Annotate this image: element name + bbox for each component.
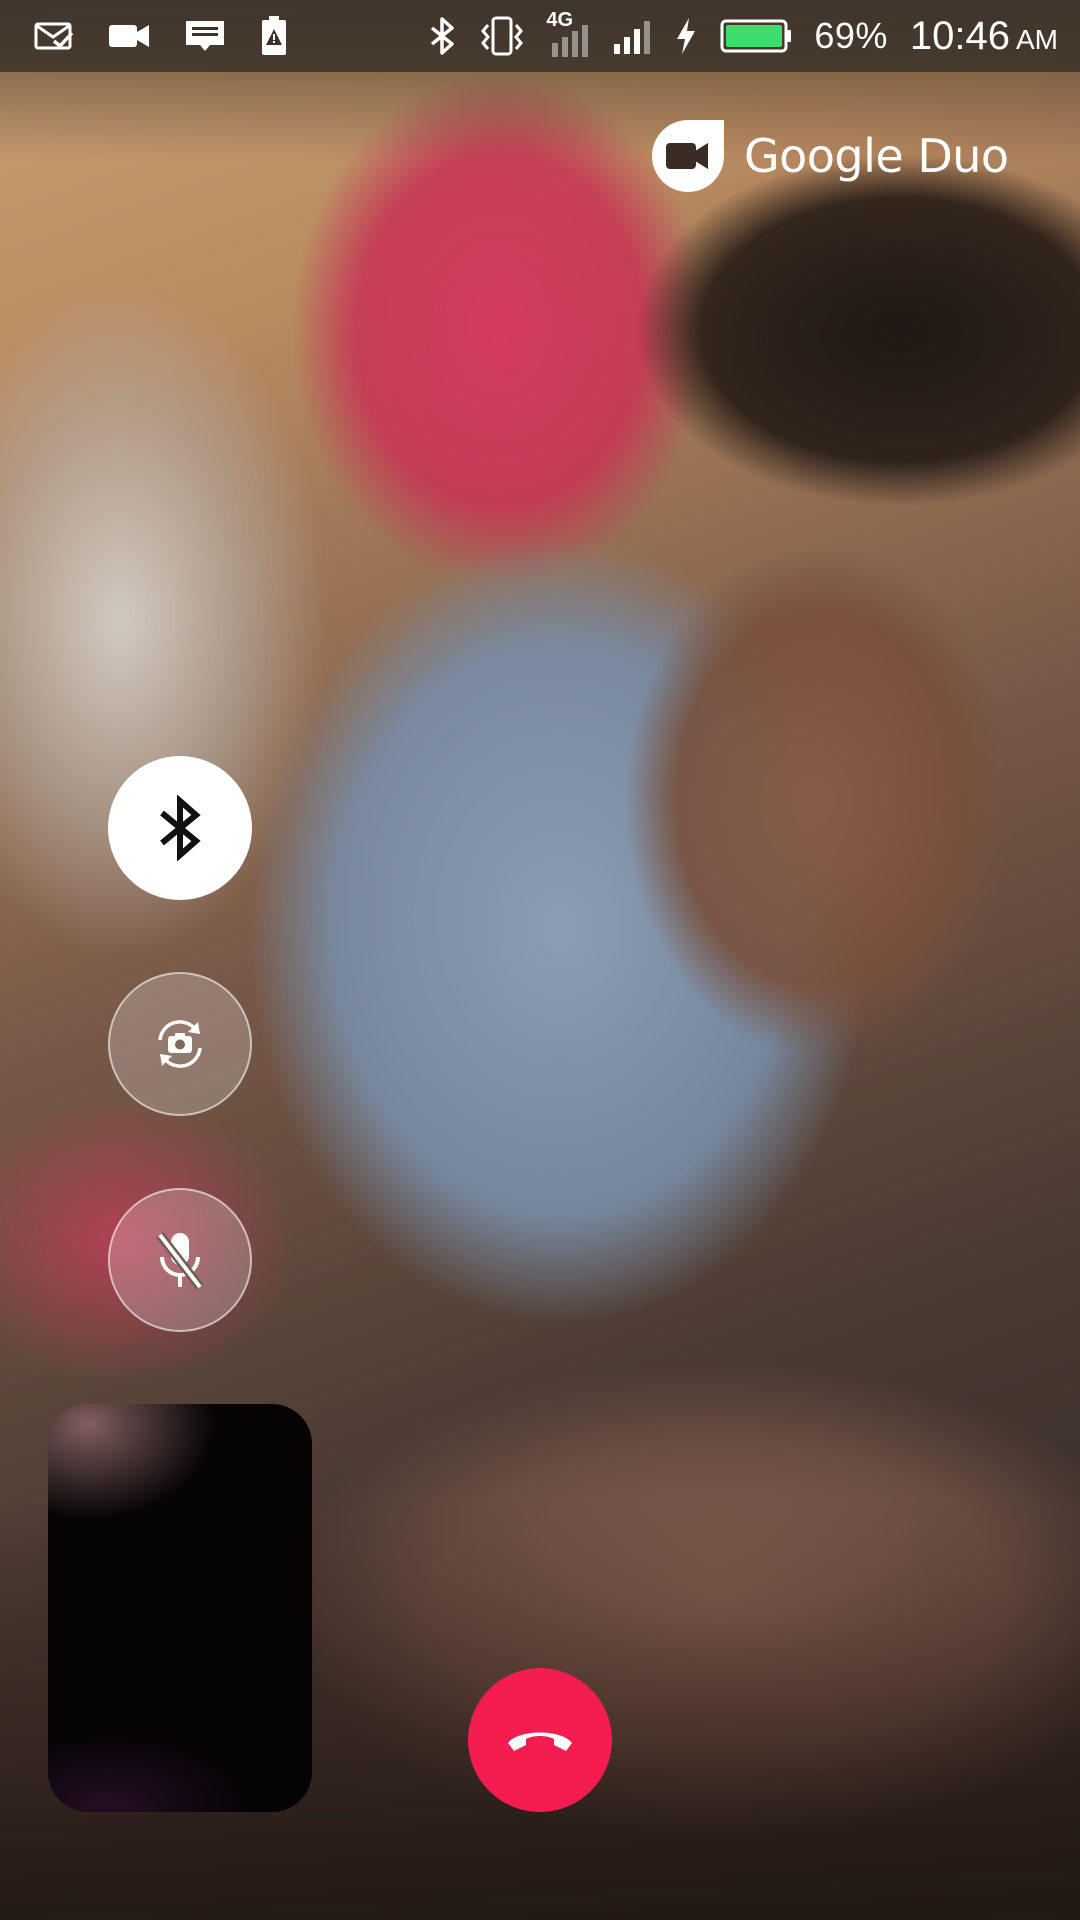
video-call-screen: 4G 69% 10:46 AM Google Duo [0,0,1080,1920]
network-type-label: 4G [546,9,574,31]
signal-bars-icon [612,16,652,56]
vibrate-icon [480,15,524,57]
status-bar: 4G 69% 10:46 AM [0,0,1080,72]
system-status: 4G 69% 10:46 AM [426,9,1080,59]
bluetooth-icon [160,795,201,861]
phone-hangup-icon [508,1732,572,1751]
flip-camera-icon [158,1020,202,1068]
clock-time: 10:46 [909,13,1010,58]
bluetooth-icon [426,16,458,56]
battery-icon [720,18,792,54]
video-camera-icon [108,22,150,50]
mute-microphone-button[interactable] [108,1188,252,1332]
app-brand: Google Duo [650,118,1009,194]
mail-check-icon [34,21,74,51]
charging-icon [674,16,698,56]
brand-name: Google Duo [744,129,1009,183]
duo-camera-icon [652,120,724,192]
battery-percent: 69% [814,15,888,56]
notification-icons [0,15,288,57]
self-video-preview[interactable] [48,1404,312,1812]
flip-camera-button[interactable] [108,972,252,1116]
message-icon [184,18,226,54]
mic-off-icon [156,1232,204,1290]
clock: 10:46 AM [910,14,1058,59]
end-call-button[interactable] [468,1668,612,1812]
clock-ampm: AM [1016,23,1058,55]
bluetooth-audio-button[interactable] [108,756,252,900]
battery-alert-icon [260,15,288,57]
signal-4g-icon: 4G [546,9,590,59]
